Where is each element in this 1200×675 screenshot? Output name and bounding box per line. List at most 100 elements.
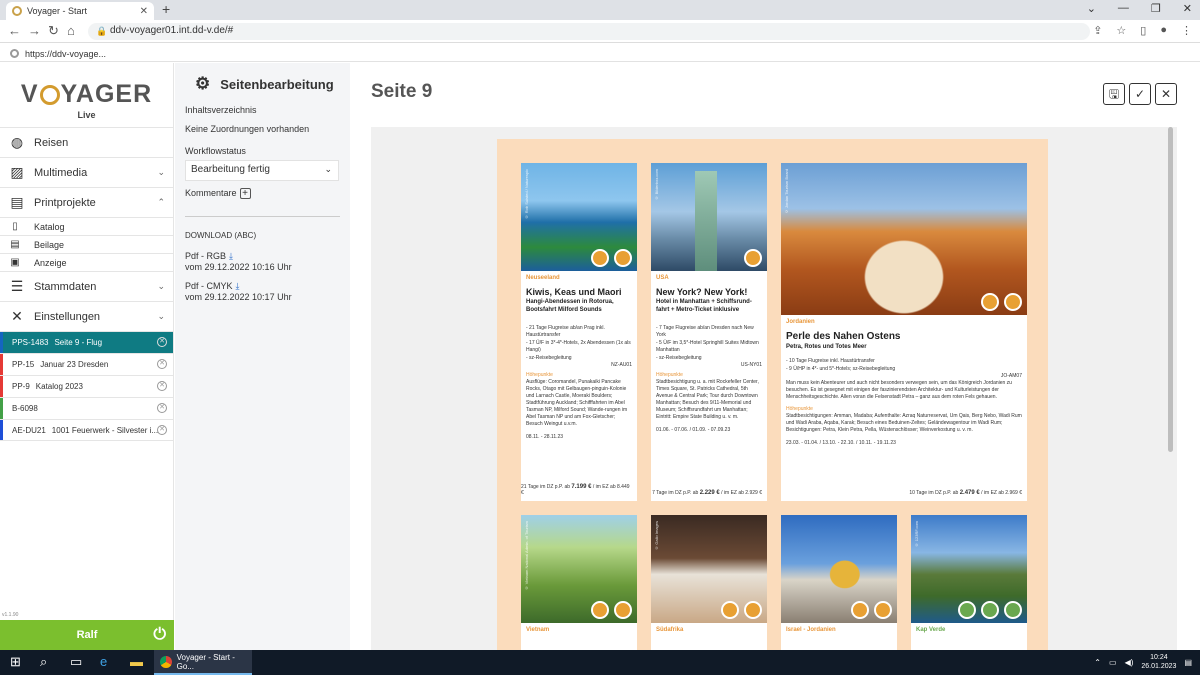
confirm-button[interactable]: ✓ (1129, 83, 1151, 105)
project-color-bar (0, 398, 3, 419)
travel-card[interactable]: © Gallo Images Südafrika (651, 515, 767, 650)
windows-start-icon[interactable]: ⊞ (10, 654, 21, 670)
save-button[interactable]: 🖫 (1103, 83, 1125, 105)
chevron-down-icon[interactable]: ⌄ (1087, 2, 1096, 15)
bookmark-item[interactable]: https://ddv-voyage... (25, 49, 106, 59)
new-tab-icon[interactable]: + (162, 1, 170, 17)
search-icon[interactable]: ⌕ (40, 654, 47, 670)
url-input[interactable]: 🔒 ddv-voyager01.int.dd-v.de/# (88, 23, 1090, 40)
user-bar[interactable]: Ralf ⏻ (0, 620, 174, 650)
submenu-katalog[interactable]: ▯ Katalog (0, 217, 173, 235)
close-project-icon[interactable]: ✕ (157, 337, 167, 347)
tab-title: Voyager - Start (27, 6, 88, 16)
share-icon[interactable]: ⇪ (1093, 24, 1102, 37)
submenu-beilage[interactable]: ▤ Beilage (0, 235, 173, 253)
reload-icon[interactable]: ↻ (48, 23, 59, 39)
download-heading: DOWNLOAD (ABC) (185, 231, 257, 240)
download-icon[interactable]: ⤓ (236, 281, 240, 291)
plane-icon (721, 601, 739, 619)
menu-stammdaten[interactable]: ☰ Stammdaten ⌄ (0, 271, 173, 301)
travel-card[interactable]: © Rob Suisted / Naturespic Neuseeland Ki… (521, 163, 637, 501)
scrollbar[interactable] (1168, 127, 1173, 452)
pdf-cmyk-item: Pdf - CMYK ⤓ vom 29.12.2022 10:17 Uhr (185, 281, 292, 303)
browser-tab[interactable]: Voyager - Start ✕ (6, 2, 154, 20)
close-project-icon[interactable]: ✕ (157, 403, 167, 413)
notifications-icon[interactable]: ▤ (1184, 658, 1192, 667)
submenu-anzeige[interactable]: ▣ Anzeige (0, 253, 173, 271)
bus-icon (744, 601, 762, 619)
volume-icon[interactable]: ◀) (1125, 658, 1134, 667)
travel-card[interactable]: Israel - Jordanien (781, 515, 897, 650)
plane-icon (591, 601, 609, 619)
card-bullet: - 5 Ü/F im 3,5*-Hotel Springhill Suites … (656, 340, 759, 353)
chevron-down-icon: ⌄ (157, 311, 165, 321)
project-tab[interactable]: PPS-1483 Seite 9 - Flug ✕ (0, 331, 173, 353)
minimize-icon[interactable]: — (1118, 2, 1129, 15)
card-title: Perle des Nahen Ostens (786, 331, 901, 342)
panel-title: Seitenbearbeitung (220, 76, 334, 92)
image-credit: © Rob Suisted / Naturespic (524, 169, 529, 220)
toc-link[interactable]: Inhaltsverzeichnis (185, 105, 257, 115)
close-button[interactable]: ✕ (1155, 83, 1177, 105)
profile-icon[interactable]: ● (1160, 24, 1167, 37)
bus-icon (614, 249, 632, 267)
file-explorer-icon[interactable]: ▬ (130, 654, 143, 669)
project-tab[interactable]: AE-DU21 1001 Feuerwerk - Silvester i... ✕ (0, 419, 173, 441)
menu-label: Reisen (34, 136, 69, 149)
bookmark-favicon-icon (10, 49, 19, 58)
add-comment-icon[interactable]: + (239, 188, 251, 199)
travel-card[interactable]: © Vietnam National Admin. of Tourism Vie… (521, 515, 637, 650)
project-tab[interactable]: B-6098 ✕ (0, 397, 173, 419)
card-subtitle: Petra, Rotes und Totes Meer (786, 344, 867, 350)
menu-reisen[interactable]: ◍ Reisen (0, 127, 173, 157)
workflow-select[interactable]: Bearbeitung fertig ⌄ (185, 160, 339, 181)
home-icon[interactable]: ⌂ (67, 23, 75, 38)
price-suffix: / im EZ ab 2.929 € (719, 490, 762, 496)
project-code: PPS-1483 (12, 338, 49, 347)
edge-icon[interactable]: e (100, 654, 107, 669)
panel-divider (185, 216, 340, 217)
power-icon[interactable]: ⏻ (153, 626, 166, 644)
sidepanel-icon[interactable]: ▯ (1140, 24, 1146, 37)
close-project-icon[interactable]: ✕ (157, 425, 167, 435)
card-bullet: - 9 Ü/HP in 4*- und 5*-Hotels; sz-Reiseb… (786, 366, 896, 372)
download-icon[interactable]: ⤓ (229, 251, 233, 261)
project-name: Seite 9 - Flug (54, 338, 103, 347)
back-icon[interactable]: ← (8, 23, 21, 38)
taskbar-app-chrome[interactable]: Voyager - Start - Go... (154, 650, 252, 675)
menu-icon[interactable]: ⋮ (1181, 24, 1192, 37)
clock[interactable]: 10:24 26.01.2023 (1141, 653, 1176, 671)
close-project-icon[interactable]: ✕ (157, 381, 167, 391)
close-project-icon[interactable]: ✕ (157, 359, 167, 369)
menu-printprojekte[interactable]: ▤ Printprojekte ⌃ (0, 187, 173, 217)
menu-einstellungen[interactable]: ✕ Einstellungen ⌄ (0, 301, 173, 331)
chevron-up-icon[interactable]: ⌃ (1094, 658, 1101, 667)
menu-multimedia[interactable]: ▨ Multimedia ⌄ (0, 157, 173, 187)
card-bullet: - sz-Reisebegleitung (656, 355, 702, 361)
card-subtitle: Hotel in Manhattan + Schiffsrund-fahrt +… (656, 299, 752, 313)
page-edit-panel: ⚙ Seitenbearbeitung Inhaltsverzeichnis K… (175, 63, 350, 650)
plane-icon (744, 249, 762, 267)
travel-card[interactable]: © Bilderbox.com USA New York? New York! … (651, 163, 767, 501)
close-window-icon[interactable]: ✕ (1183, 2, 1192, 15)
travel-card[interactable]: © 123RF.com Kap Verde (911, 515, 1027, 650)
version-text: v1.1.90 (2, 612, 19, 618)
travel-card[interactable]: © Jordan Tourism Board Jordanien Perle d… (781, 163, 1027, 501)
network-icon[interactable]: ▭ (1109, 658, 1117, 667)
card-bullet: - 7 Tage Flugreise ab/an Dresden nach Ne… (656, 325, 754, 338)
pdf-cmyk-date: vom 29.12.2022 10:17 Uhr (185, 292, 292, 302)
app-sidebar: V YAGER Live ◍ Reisen ▨ Multimedia ⌄ ▤ Printp… (0, 63, 174, 650)
project-tab[interactable]: PP-15 Januar 23 Dresden ✕ (0, 353, 173, 375)
star-icon[interactable]: ☆ (1116, 24, 1126, 37)
maximize-icon[interactable]: ❐ (1151, 2, 1161, 15)
clock-time: 10:24 (1150, 654, 1168, 661)
workflow-label: Workflowstatus (185, 146, 246, 156)
close-tab-icon[interactable]: ✕ (140, 6, 148, 17)
forward-icon[interactable]: → (28, 23, 41, 38)
pdf-cmyk-label: Pdf - CMYK (185, 281, 233, 291)
card-image: © Gallo Images (651, 515, 767, 623)
page-preview-canvas[interactable]: © Rob Suisted / Naturespic Neuseeland Ki… (371, 127, 1177, 650)
task-view-icon[interactable]: ▭ (70, 654, 82, 670)
project-tab[interactable]: PP-9 Katalog 2023 ✕ (0, 375, 173, 397)
submenu-label: Katalog (34, 221, 65, 232)
